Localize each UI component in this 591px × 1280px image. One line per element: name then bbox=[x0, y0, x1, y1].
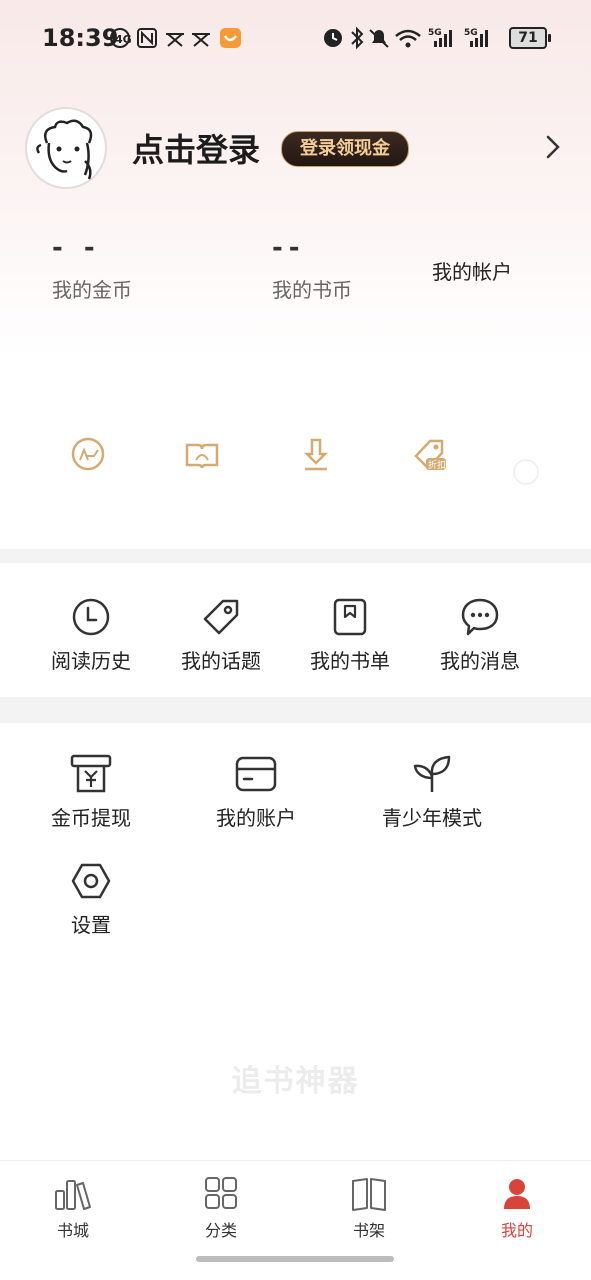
book-coins-value: -- bbox=[272, 233, 306, 263]
notification-icon bbox=[192, 33, 210, 47]
notification-icon bbox=[166, 33, 184, 47]
book-coins-label: 我的书币 bbox=[272, 278, 352, 302]
login-reward-badge[interactable]: 登录领现金 bbox=[281, 131, 409, 167]
menu-settings[interactable]: 设置 bbox=[26, 861, 156, 938]
login-title[interactable]: 点击登录 bbox=[132, 125, 260, 171]
mute-icon bbox=[369, 29, 389, 48]
tab-label: 书城 bbox=[56, 1221, 89, 1240]
menu-label: 阅读历史 bbox=[51, 649, 131, 673]
tab-bookstore[interactable]: 书城 bbox=[23, 1177, 123, 1241]
menu-label: 我的书单 bbox=[310, 649, 390, 673]
menu-my-account[interactable]: 我的账户 bbox=[191, 754, 321, 831]
placeholder-circle-icon bbox=[513, 459, 539, 485]
menu-label: 金币提现 bbox=[51, 806, 131, 830]
alarm-icon bbox=[324, 29, 342, 47]
vip-card-icon[interactable] bbox=[70, 436, 106, 472]
chevron-right-icon[interactable] bbox=[543, 133, 563, 161]
coins-stat[interactable]: - - 我的金币 bbox=[52, 233, 132, 303]
read-book-icon[interactable] bbox=[184, 436, 220, 472]
menu-label: 我的消息 bbox=[440, 649, 520, 673]
svg-text:5G: 5G bbox=[428, 28, 442, 38]
tag-icon bbox=[203, 599, 239, 635]
tab-label: 书架 bbox=[352, 1221, 385, 1240]
menu-label: 设置 bbox=[71, 913, 111, 937]
menu-label: 青少年模式 bbox=[382, 806, 482, 830]
status-time: 18:39 bbox=[42, 24, 119, 52]
bookstore-icon bbox=[55, 1180, 91, 1210]
card-icon bbox=[235, 756, 277, 792]
withdraw-icon bbox=[70, 754, 112, 793]
bookshelf-icon bbox=[352, 1178, 386, 1211]
grid-icon bbox=[205, 1177, 237, 1209]
battery-indicator: 71 bbox=[509, 27, 551, 49]
app-icon bbox=[220, 28, 241, 48]
signal-5g-icon: 5G bbox=[464, 28, 488, 47]
sheep-avatar-icon bbox=[36, 119, 93, 180]
menu-teen-mode[interactable]: 青少年模式 bbox=[367, 754, 497, 831]
menu-my-topics[interactable]: 我的话题 bbox=[156, 597, 286, 674]
avatar[interactable] bbox=[25, 107, 107, 189]
menu-label: 我的账户 bbox=[216, 806, 296, 830]
menu-label: 我的话题 bbox=[181, 649, 261, 673]
menu-my-messages[interactable]: 我的消息 bbox=[415, 597, 545, 674]
nfc-icon: 4G bbox=[110, 28, 132, 48]
chat-bubble-icon bbox=[461, 598, 499, 636]
wifi-icon bbox=[395, 29, 421, 48]
coins-label: 我的金币 bbox=[52, 278, 132, 302]
svg-text:5G: 5G bbox=[464, 28, 478, 38]
tab-label: 我的 bbox=[500, 1221, 533, 1240]
menu-coin-withdraw[interactable]: 金币提现 bbox=[26, 754, 156, 831]
bluetooth-icon bbox=[351, 26, 364, 50]
status-left-icons: 4G bbox=[110, 28, 241, 48]
sprout-icon bbox=[413, 755, 451, 792]
quick-actions: 折扣 bbox=[0, 436, 591, 485]
section-divider bbox=[0, 549, 591, 563]
profile-icon bbox=[504, 1179, 530, 1209]
notification-icon bbox=[137, 28, 157, 48]
discount-tag-icon[interactable]: 折扣 bbox=[412, 436, 452, 476]
bookmark-list-icon bbox=[333, 598, 367, 636]
bottom-tab-bar: 书城 分类 书架 我的 bbox=[0, 1160, 591, 1280]
tab-label: 分类 bbox=[204, 1221, 237, 1240]
signal-5g-icon: 5G bbox=[428, 28, 452, 47]
menu-reading-history[interactable]: 阅读历史 bbox=[26, 597, 156, 674]
home-indicator[interactable] bbox=[196, 1256, 394, 1262]
account-link[interactable]: 我的帐户 bbox=[432, 256, 512, 285]
status-right-icons: 5G 5G bbox=[324, 26, 488, 50]
settings-hex-icon bbox=[71, 863, 111, 899]
menu-my-booklists[interactable]: 我的书单 bbox=[285, 597, 415, 674]
tab-categories[interactable]: 分类 bbox=[171, 1177, 271, 1241]
app-watermark: 追书神器 bbox=[231, 1064, 360, 1099]
svg-text:4G: 4G bbox=[115, 33, 132, 46]
tab-profile[interactable]: 我的 bbox=[467, 1177, 567, 1241]
coins-value: - - bbox=[52, 233, 101, 263]
tab-bookshelf[interactable]: 书架 bbox=[319, 1177, 419, 1241]
section-divider bbox=[0, 697, 591, 723]
download-icon[interactable] bbox=[298, 436, 334, 472]
clock-icon bbox=[72, 598, 110, 636]
svg-text:折扣: 折扣 bbox=[428, 459, 446, 471]
book-coins-stat[interactable]: -- 我的书币 bbox=[272, 233, 352, 303]
status-bar: 18:39 4G 5G 5G 71 bbox=[0, 0, 591, 76]
